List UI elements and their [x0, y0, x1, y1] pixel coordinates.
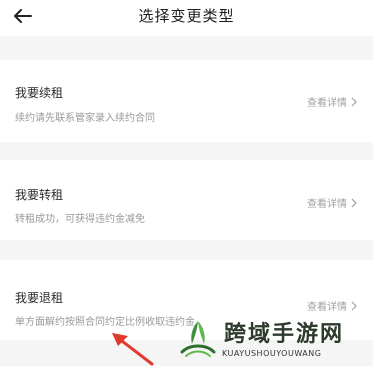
option-description: 续约请先联系管家录入续约合同 [15, 113, 155, 124]
view-details-link[interactable]: 查看详情 [307, 195, 357, 210]
option-renew[interactable]: 我要续租 续约请先联系管家录入续约合同 查看详情 [0, 60, 373, 142]
option-sublet[interactable]: 我要转租 转租成功，可获得违约金减免 查看详情 [0, 160, 373, 240]
chevron-right-icon [351, 301, 357, 310]
watermark-text: 跨域手游网 [224, 322, 345, 347]
view-details-link[interactable]: 查看详情 [307, 298, 357, 313]
nav-bar: 选择变更类型 [0, 0, 373, 36]
page-title: 选择变更类型 [138, 7, 235, 25]
watermark-logo-icon [180, 321, 216, 357]
chevron-right-icon [351, 198, 357, 207]
chevron-right-icon [351, 97, 357, 106]
option-description: 单方面解约按照合同约定比例收取违约金 [15, 317, 195, 328]
watermark-subtitle: KUAYUSHOUYOUWANG [222, 349, 322, 358]
view-details-link[interactable]: 查看详情 [307, 94, 357, 109]
option-description: 转租成功，可获得违约金减免 [15, 214, 145, 225]
option-title: 我要转租 [15, 188, 64, 202]
view-details-label: 查看详情 [307, 199, 347, 210]
option-title: 我要续租 [15, 86, 64, 100]
view-details-label: 查看详情 [307, 302, 347, 313]
option-title: 我要退租 [15, 291, 64, 305]
view-details-label: 查看详情 [307, 98, 347, 109]
annotation-arrow-icon [112, 333, 154, 366]
